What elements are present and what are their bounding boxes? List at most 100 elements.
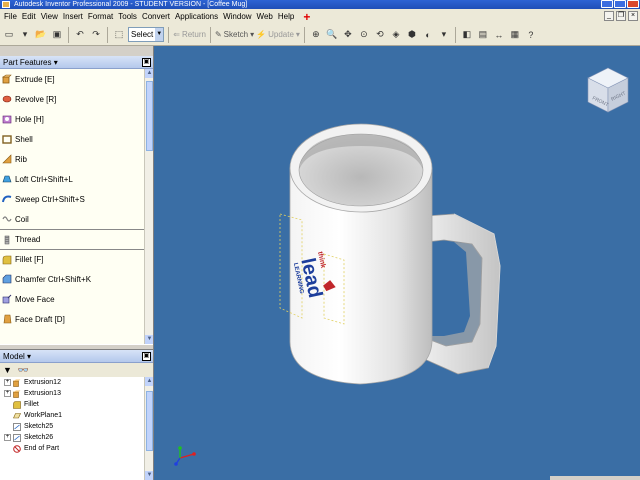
feature-revolve[interactable]: Revolve [R] bbox=[0, 89, 153, 109]
feature-thread[interactable]: Thread bbox=[0, 229, 153, 249]
feature-rib[interactable]: Rib bbox=[0, 149, 153, 169]
tree-item-extrusion13[interactable]: + Extrusion13 bbox=[0, 388, 153, 399]
feature-move-face[interactable]: Move Face bbox=[0, 289, 153, 309]
toolbar-divider bbox=[168, 26, 170, 43]
tree-item-end-of-part[interactable]: End of Part bbox=[0, 443, 153, 454]
expand-icon[interactable]: + bbox=[4, 390, 11, 397]
find-icon[interactable]: 👓 bbox=[18, 365, 29, 376]
look-at-icon[interactable]: ◈ bbox=[389, 28, 403, 42]
tree-item-sketch25[interactable]: Sketch25 bbox=[0, 421, 153, 432]
feature-sweep[interactable]: Sweep Ctrl+Shift+S bbox=[0, 189, 153, 209]
feature-coil[interactable]: Coil bbox=[0, 209, 153, 229]
doc-restore-button[interactable]: ❐ bbox=[616, 11, 626, 21]
toolbar-divider bbox=[68, 26, 69, 43]
new-dropdown-icon[interactable]: ▾ bbox=[18, 28, 32, 42]
return-button[interactable]: ⇐ Return bbox=[173, 30, 206, 39]
expand-icon[interactable]: + bbox=[4, 379, 11, 386]
mug-body[interactable] bbox=[289, 123, 433, 385]
zoom-icon[interactable]: 🔍 bbox=[325, 28, 339, 42]
menu-file[interactable]: File bbox=[4, 12, 17, 21]
menu-insert[interactable]: Insert bbox=[63, 12, 83, 21]
feature-label: Extrude [E] bbox=[15, 74, 55, 84]
menu-window[interactable]: Window bbox=[223, 12, 251, 21]
chevron-down-icon[interactable]: ▼ bbox=[155, 28, 164, 41]
workplane-icon bbox=[13, 412, 21, 418]
hole-icon bbox=[2, 115, 12, 124]
select-dropdown[interactable]: Select ▼ bbox=[128, 27, 165, 42]
feature-face-draft[interactable]: Face Draft [D] bbox=[0, 309, 153, 329]
menu-convert[interactable]: Convert bbox=[142, 12, 170, 21]
scroll-thumb[interactable] bbox=[146, 391, 153, 451]
ground-icon[interactable]: ▾ bbox=[437, 28, 451, 42]
tree-item-workplane1[interactable]: WorkPlane1 bbox=[0, 410, 153, 421]
new-icon[interactable]: ▭ bbox=[2, 28, 16, 42]
inventor-app-icon[interactable] bbox=[2, 1, 10, 8]
orbit-icon[interactable]: ⟲ bbox=[373, 28, 387, 42]
tree-item-extrusion12[interactable]: + Extrusion12 bbox=[0, 377, 153, 388]
feature-label: Fillet [F] bbox=[15, 255, 44, 264]
window-title: Autodesk Inventor Professional 2009 - ST… bbox=[14, 1, 248, 8]
mug-model[interactable]: think lead LEARNING bbox=[154, 46, 640, 480]
add-plus-icon[interactable]: + bbox=[303, 11, 310, 23]
help-icon[interactable]: ? bbox=[524, 28, 538, 42]
feature-shell[interactable]: Shell bbox=[0, 129, 153, 149]
rib-icon bbox=[2, 154, 12, 164]
feature-hole[interactable]: Hole [H] bbox=[0, 109, 153, 129]
feature-label: Thread bbox=[15, 235, 41, 244]
pan-icon[interactable]: ✥ bbox=[341, 28, 355, 42]
feature-chamfer[interactable]: Chamfer Ctrl+Shift+K bbox=[0, 269, 153, 289]
open-icon[interactable]: 📂 bbox=[34, 28, 48, 42]
menu-view[interactable]: View bbox=[41, 12, 58, 21]
undo-icon[interactable]: ↶ bbox=[73, 28, 87, 42]
update-button[interactable]: ⚡ Update ▾ bbox=[256, 30, 300, 39]
close-button[interactable] bbox=[627, 0, 639, 8]
doc-close-button[interactable]: × bbox=[628, 11, 638, 21]
menu-help[interactable]: Help bbox=[278, 12, 294, 21]
doc-minimize-button[interactable]: _ bbox=[604, 11, 614, 21]
pin-icon[interactable]: ▣ bbox=[142, 58, 151, 67]
shaded-display-icon[interactable]: ⬢ bbox=[405, 28, 419, 42]
save-icon[interactable]: ▣ bbox=[50, 28, 64, 42]
color-style-icon[interactable]: ▦ bbox=[508, 28, 522, 42]
standard-toolbar: ▭ ▾ 📂 ▣ ↶ ↷ ⬚ Select ▼ ⇐ Return ✎ Sketch… bbox=[0, 24, 640, 46]
extrusion-icon bbox=[13, 379, 21, 387]
view-mode-icon[interactable]: ▤ bbox=[476, 28, 490, 42]
sketch-button[interactable]: ✎ Sketch ▾ bbox=[215, 30, 254, 39]
feature-extrude[interactable]: Extrude [E] bbox=[0, 69, 153, 89]
graphics-window[interactable]: think lead LEARNING FRONT RIGHT bbox=[153, 46, 640, 480]
tree-item-label: Sketch25 bbox=[24, 423, 54, 430]
menu-format[interactable]: Format bbox=[88, 12, 113, 21]
minimize-button[interactable] bbox=[601, 0, 613, 8]
features-scrollbar[interactable]: ▲ ▼ bbox=[144, 69, 154, 344]
expand-icon[interactable]: + bbox=[4, 434, 11, 441]
model-header[interactable]: Model ▾ ▣ bbox=[0, 350, 153, 363]
menu-applications[interactable]: Applications bbox=[175, 12, 218, 21]
zoom-all-icon[interactable]: ⊕ bbox=[309, 28, 323, 42]
revolve-icon bbox=[2, 95, 12, 103]
menu-edit[interactable]: Edit bbox=[22, 12, 36, 21]
zoom-selected-icon[interactable]: ⊙ bbox=[357, 28, 371, 42]
viewcube[interactable]: FRONT RIGHT bbox=[582, 64, 634, 116]
shadow-icon[interactable]: ◐ bbox=[421, 28, 435, 42]
maximize-button[interactable] bbox=[614, 0, 626, 8]
toolbar-divider bbox=[107, 26, 108, 43]
feature-fillet[interactable]: Fillet [F] bbox=[0, 249, 153, 269]
tree-item-sketch26[interactable]: + Sketch26 bbox=[0, 432, 153, 443]
filter-icon[interactable]: ▼ bbox=[3, 365, 12, 375]
tree-scrollbar[interactable]: ▲ ▼ bbox=[144, 377, 154, 480]
part-features-header[interactable]: Part Features ▾ ▣ bbox=[0, 56, 153, 69]
part-features-title: Part Features ▾ bbox=[3, 58, 58, 67]
fillet-icon bbox=[13, 400, 21, 409]
feature-loft[interactable]: Loft Ctrl+Shift+L bbox=[0, 169, 153, 189]
display-mode-icon[interactable]: ◧ bbox=[460, 28, 474, 42]
select-icon[interactable]: ⬚ bbox=[112, 28, 126, 42]
measure-icon[interactable]: ↔ bbox=[492, 28, 506, 42]
redo-icon[interactable]: ↷ bbox=[89, 28, 103, 42]
menu-web[interactable]: Web bbox=[257, 12, 273, 21]
pin-icon[interactable]: ▣ bbox=[142, 352, 151, 361]
tree-item-fillet[interactable]: Fillet bbox=[0, 399, 153, 410]
toolbar-divider bbox=[303, 26, 305, 43]
menu-tools[interactable]: Tools bbox=[118, 12, 137, 21]
scroll-thumb[interactable] bbox=[146, 81, 153, 151]
document-window-controls: _ ❐ × bbox=[604, 11, 638, 21]
